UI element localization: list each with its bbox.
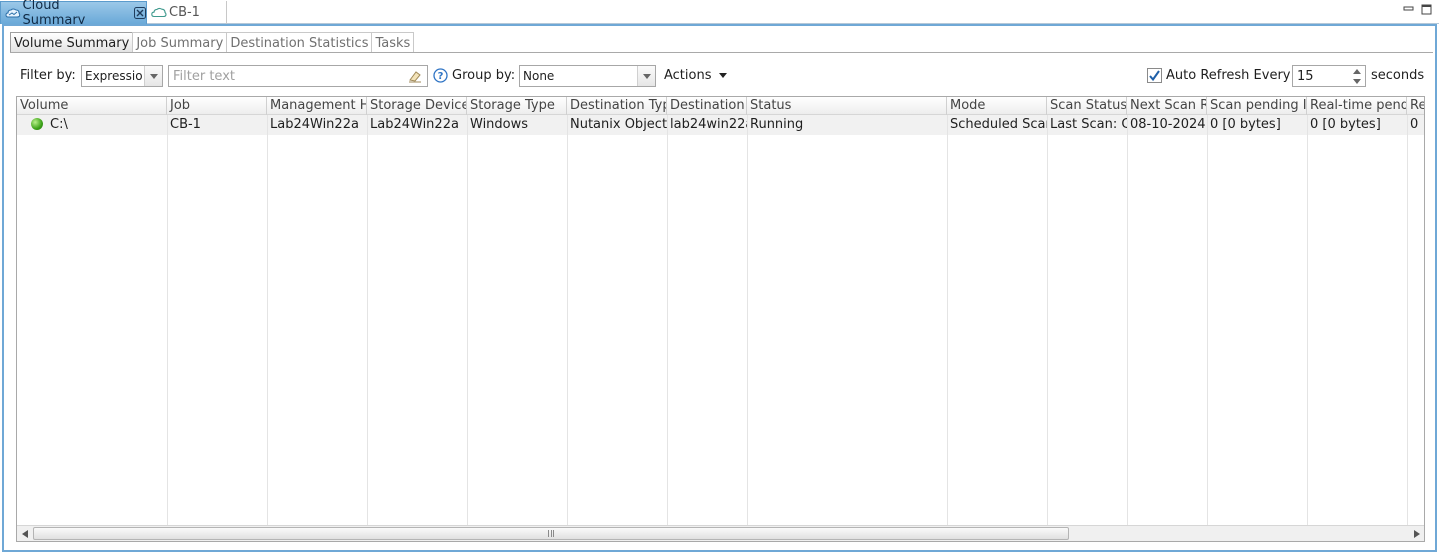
grip-icon bbox=[548, 530, 554, 537]
cloud-summary-icon bbox=[5, 7, 23, 19]
cell-scan-status: Last Scan: C bbox=[1050, 117, 1127, 132]
cell-realtime-pending-items: 0 [0 bytes] bbox=[1310, 117, 1381, 132]
cell-volume: C:\ bbox=[17, 115, 167, 135]
refresh-interval-spinner[interactable]: 15 bbox=[1292, 65, 1366, 87]
table-row[interactable]: C:\ CB-1 Lab24Win22a Lab24Win22a Windows… bbox=[17, 115, 1424, 135]
spin-down-icon[interactable] bbox=[1349, 76, 1365, 86]
cell-storage-device: Lab24Win22a bbox=[370, 117, 459, 132]
close-icon[interactable] bbox=[134, 7, 146, 19]
auto-refresh-checkbox[interactable] bbox=[1147, 68, 1162, 83]
cell-status: Running bbox=[750, 117, 804, 132]
tab-destination-statistics[interactable]: Destination Statistics bbox=[226, 32, 373, 53]
column-header-storage-type[interactable]: Storage Type bbox=[467, 97, 567, 115]
cell-scan-pending-items: 0 [0 bytes] bbox=[1210, 117, 1281, 132]
eraser-icon[interactable] bbox=[408, 69, 422, 83]
scroll-left-icon[interactable] bbox=[17, 526, 32, 541]
auto-refresh-label: Auto Refresh Every bbox=[1166, 68, 1291, 83]
checkmark-icon bbox=[1149, 70, 1160, 82]
actions-menu-button[interactable]: Actions bbox=[664, 68, 727, 83]
tab-cb-1-label: CB-1 bbox=[169, 5, 200, 20]
cell-next-scan-run: 08-10-2024 bbox=[1130, 117, 1206, 132]
cloud-icon bbox=[151, 7, 169, 18]
group-by-label: Group by: bbox=[452, 68, 516, 83]
svg-text:?: ? bbox=[438, 71, 444, 82]
tab-job-summary[interactable]: Job Summary bbox=[132, 32, 228, 53]
scroll-right-icon[interactable] bbox=[1409, 526, 1424, 541]
maximize-icon[interactable] bbox=[1421, 4, 1432, 15]
horizontal-scrollbar[interactable] bbox=[17, 525, 1424, 541]
column-header-volume[interactable]: Volume bbox=[17, 97, 167, 115]
column-divider bbox=[467, 115, 468, 525]
cell-management-host: Lab24Win22a bbox=[270, 117, 359, 132]
sub-tab-bar: Volume Summary Job Summary Destination S… bbox=[10, 32, 415, 53]
cloud-summary-panel: Volume Summary Job Summary Destination S… bbox=[2, 24, 1437, 552]
column-header-job[interactable]: Job bbox=[167, 97, 267, 115]
column-divider bbox=[267, 115, 268, 525]
column-divider bbox=[947, 115, 948, 525]
cell-destination-name: lab24win22a bbox=[670, 117, 747, 132]
column-divider bbox=[667, 115, 668, 525]
cell-job: CB-1 bbox=[170, 117, 201, 132]
caret-down-icon bbox=[718, 73, 727, 78]
table-header: Volume Job Management Host Storage Devic… bbox=[17, 97, 1424, 115]
editor-tab-bar: Cloud Summary CB-1 bbox=[0, 0, 1439, 28]
chevron-down-icon[interactable] bbox=[144, 66, 162, 86]
column-header-storage-device[interactable]: Storage Device bbox=[367, 97, 467, 115]
filter-by-value: Expression bbox=[85, 69, 143, 83]
refresh-interval-value: 15 bbox=[1297, 68, 1314, 84]
column-header-scan-status[interactable]: Scan Status bbox=[1047, 97, 1127, 115]
filter-by-label: Filter by: bbox=[20, 68, 76, 83]
cell-destination-type: Nutanix Objects bbox=[570, 117, 667, 132]
cell-re: 0 bbox=[1410, 117, 1419, 132]
filter-by-select[interactable]: Expression bbox=[81, 65, 163, 87]
chevron-down-icon[interactable] bbox=[637, 66, 655, 86]
filter-text-input[interactable] bbox=[168, 65, 428, 87]
seconds-label: seconds bbox=[1371, 68, 1425, 83]
column-header-destination-type[interactable]: Destination Type bbox=[567, 97, 667, 115]
tab-tasks[interactable]: Tasks bbox=[371, 32, 415, 53]
column-header-status[interactable]: Status bbox=[747, 97, 947, 115]
column-header-realtime-pending-items[interactable]: Real-time pending Items bbox=[1307, 97, 1407, 115]
spin-up-icon[interactable] bbox=[1349, 66, 1365, 76]
column-divider bbox=[747, 115, 748, 525]
column-header-mode[interactable]: Mode bbox=[947, 97, 1047, 115]
column-header-management-host[interactable]: Management Host bbox=[267, 97, 367, 115]
column-divider bbox=[167, 115, 168, 525]
group-by-value: None bbox=[523, 69, 555, 83]
column-divider bbox=[1127, 115, 1128, 525]
tab-cb-1[interactable]: CB-1 bbox=[147, 1, 227, 24]
column-divider bbox=[1047, 115, 1048, 525]
column-header-destination-name[interactable]: Destination Name bbox=[667, 97, 747, 115]
tab-cloud-summary[interactable]: Cloud Summary bbox=[0, 0, 147, 28]
group-by-select[interactable]: None bbox=[519, 65, 656, 87]
filter-bar: Filter by: Expression ? Group by: None A… bbox=[4, 64, 1435, 88]
column-divider bbox=[567, 115, 568, 525]
actions-label: Actions bbox=[664, 68, 712, 83]
minimize-icon[interactable] bbox=[1403, 4, 1414, 15]
column-header-scan-pending-items[interactable]: Scan pending Items bbox=[1207, 97, 1307, 115]
help-icon[interactable]: ? bbox=[433, 68, 448, 83]
column-header-re[interactable]: Re bbox=[1407, 97, 1424, 115]
cell-mode: Scheduled Scan bbox=[950, 117, 1047, 132]
status-running-icon bbox=[31, 118, 43, 130]
column-header-next-scan-run[interactable]: Next Scan Run bbox=[1127, 97, 1207, 115]
column-divider bbox=[367, 115, 368, 525]
column-divider bbox=[1307, 115, 1308, 525]
scrollbar-thumb[interactable] bbox=[33, 527, 1069, 540]
tab-divider bbox=[10, 52, 1433, 53]
column-divider bbox=[1207, 115, 1208, 525]
volume-summary-table: Volume Job Management Host Storage Devic… bbox=[16, 96, 1425, 542]
cell-storage-type: Windows bbox=[470, 117, 529, 132]
column-divider bbox=[1407, 115, 1408, 525]
tab-volume-summary[interactable]: Volume Summary bbox=[10, 32, 134, 53]
